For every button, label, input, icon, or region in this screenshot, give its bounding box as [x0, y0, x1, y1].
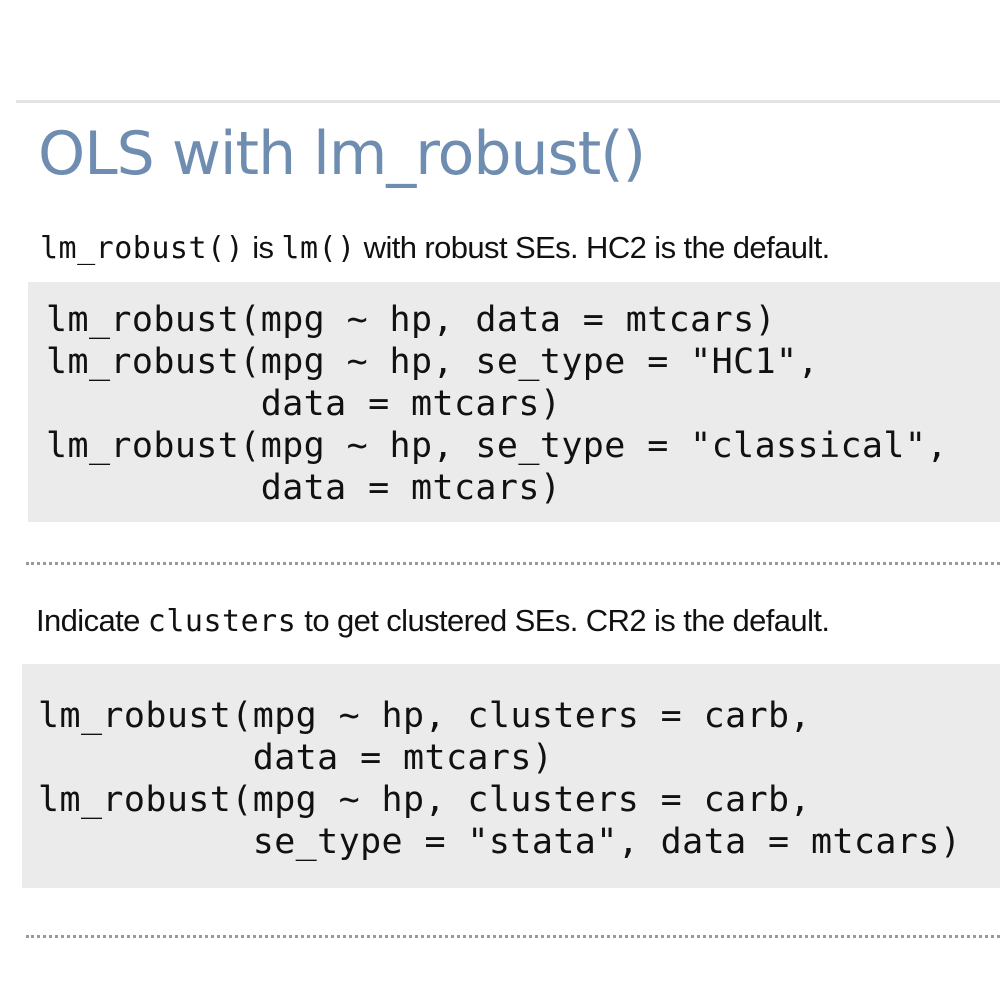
code-line: lm_robust(mpg ~ hp, clusters = carb,	[38, 696, 811, 736]
slide-title: OLS with lm_robust()	[38, 119, 646, 189]
intro-text: to get clustered SEs. CR2 is the default…	[296, 603, 830, 638]
intro-text: is	[244, 230, 282, 265]
code-block-robust-se: lm_robust(mpg ~ hp, data = mtcars) lm_ro…	[28, 282, 1000, 522]
inline-code-lm: lm()	[281, 231, 356, 266]
code-line: data = mtcars)	[46, 468, 562, 508]
code-line: lm_robust(mpg ~ hp, clusters = carb,	[38, 780, 811, 820]
code-line: lm_robust(mpg ~ hp, se_type = "classical…	[46, 426, 948, 466]
code-block-clustered-se: lm_robust(mpg ~ hp, clusters = carb, dat…	[22, 664, 1000, 888]
dotted-separator	[26, 935, 1000, 938]
code-line: se_type = "stata", data = mtcars)	[38, 822, 962, 862]
section2-intro: Indicate clusters to get clustered SEs. …	[36, 601, 830, 642]
section1-intro: lm_robust() is lm() with robust SEs. HC2…	[40, 228, 830, 269]
inline-code-lm-robust: lm_robust()	[40, 231, 245, 266]
inline-code-clusters: clusters	[147, 604, 297, 639]
intro-text: Indicate	[36, 603, 148, 638]
code-line: data = mtcars)	[38, 738, 554, 778]
code-line: lm_robust(mpg ~ hp, data = mtcars)	[46, 300, 777, 340]
code-line: data = mtcars)	[46, 384, 562, 424]
header-divider	[16, 100, 1000, 103]
dotted-separator	[26, 562, 1000, 565]
intro-text: with robust SEs. HC2 is the default.	[355, 230, 831, 265]
code-line: lm_robust(mpg ~ hp, se_type = "HC1",	[46, 342, 819, 382]
